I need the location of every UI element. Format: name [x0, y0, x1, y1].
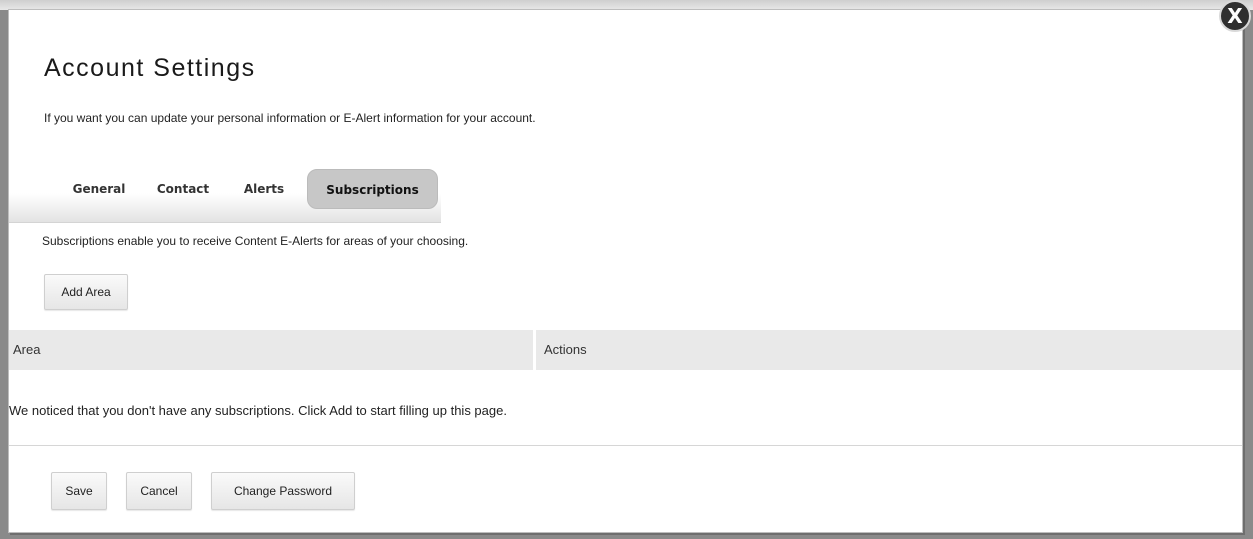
- empty-state-message: We noticed that you don't have any subsc…: [9, 403, 507, 418]
- footer-divider: [9, 445, 1242, 446]
- account-settings-dialog: Account Settings If you want you can upd…: [8, 9, 1243, 533]
- save-button[interactable]: Save: [51, 472, 107, 510]
- tab-general[interactable]: General: [61, 169, 137, 209]
- tab-alerts[interactable]: Alerts: [237, 169, 291, 209]
- cancel-button[interactable]: Cancel: [126, 472, 192, 510]
- subscriptions-description: Subscriptions enable you to receive Cont…: [42, 234, 469, 248]
- subscriptions-table-header: Area Actions: [9, 330, 1242, 370]
- change-password-button[interactable]: Change Password: [211, 472, 355, 510]
- column-header-area: Area: [9, 330, 533, 370]
- intro-text: If you want you can update your personal…: [44, 111, 536, 125]
- tab-contact[interactable]: Contact: [147, 169, 219, 209]
- column-header-actions: Actions: [536, 330, 1242, 370]
- add-area-button[interactable]: Add Area: [44, 274, 128, 310]
- close-icon[interactable]: X: [1219, 0, 1251, 32]
- tab-bar: General Contact Alerts Subscriptions: [9, 158, 441, 223]
- tab-subscriptions[interactable]: Subscriptions: [307, 169, 438, 209]
- page-title: Account Settings: [44, 54, 256, 82]
